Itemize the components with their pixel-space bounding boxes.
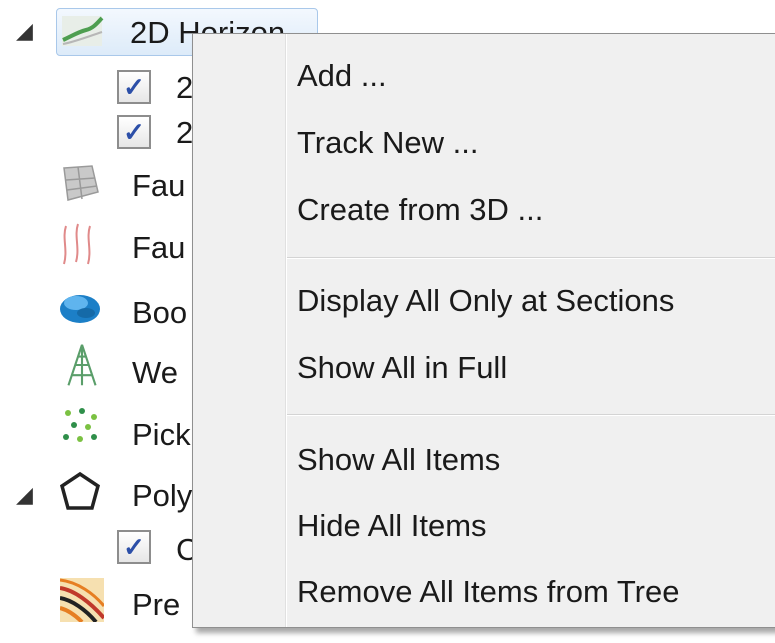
menu-separator — [287, 257, 775, 259]
tree-item-label[interactable]: Pick — [132, 417, 191, 453]
checkmark-icon: ✓ — [123, 531, 145, 562]
checkbox[interactable]: ✓ — [117, 530, 151, 564]
fault-sticks-icon — [63, 223, 91, 265]
menu-item-create-from-3d[interactable]: Create from 3D ... — [193, 182, 775, 238]
pre-stack-icon — [60, 578, 104, 622]
menu-item-label: Remove All Items from Tree — [297, 574, 680, 609]
menu-item-track-new[interactable]: Track New ... — [193, 115, 775, 171]
menu-item-show-all-items[interactable]: Show All Items — [193, 432, 775, 488]
menu-item-label: Create from 3D ... — [297, 192, 544, 227]
tree-item-label[interactable]: Poly — [132, 478, 192, 514]
tree-item-label[interactable]: Pre — [132, 587, 180, 623]
well-icon — [67, 344, 97, 386]
tree-item-label[interactable]: 2 — [176, 115, 193, 151]
horizon-2d-icon — [62, 16, 104, 46]
menu-item-remove-all-items-from-tree[interactable]: Remove All Items from Tree — [193, 564, 775, 620]
checkbox[interactable]: ✓ — [117, 115, 151, 149]
menu-item-label: Add ... — [297, 58, 387, 93]
checkmark-icon: ✓ — [123, 116, 145, 147]
menu-item-label: Display All Only at Sections — [297, 283, 675, 318]
menu-separator — [287, 414, 775, 416]
menu-item-label: Show All Items — [297, 442, 501, 477]
menu-item-label: Show All in Full — [297, 350, 508, 385]
menu-item-add[interactable]: Add ... — [193, 48, 775, 104]
menu-item-show-all-in-full[interactable]: Show All in Full — [193, 340, 775, 396]
tree-item-label[interactable]: We — [132, 355, 178, 391]
checkmark-icon: ✓ — [123, 71, 145, 102]
menu-item-display-all-only-at-sections[interactable]: Display All Only at Sections — [193, 273, 775, 329]
menu-item-hide-all-items[interactable]: Hide All Items — [193, 498, 775, 554]
body-icon — [60, 295, 100, 323]
menu-item-label: Track New ... — [297, 125, 479, 160]
menu-item-label: Hide All Items — [297, 508, 487, 543]
tree-item-label[interactable]: Fau — [132, 230, 185, 266]
fault-surface-icon — [63, 165, 99, 201]
expand-arrow-icon[interactable]: ◢ — [16, 18, 33, 44]
checkbox[interactable]: ✓ — [117, 70, 151, 104]
polygon-icon — [59, 471, 101, 510]
expand-arrow-icon[interactable]: ◢ — [16, 482, 33, 508]
context-menu: Add ... Track New ... Create from 3D ...… — [192, 33, 775, 628]
picks-icon — [63, 408, 97, 442]
tree-item-label[interactable]: Boo — [132, 295, 187, 331]
tree-item-label[interactable]: 2 — [176, 70, 193, 106]
tree-item-label[interactable]: Fau — [132, 168, 185, 204]
